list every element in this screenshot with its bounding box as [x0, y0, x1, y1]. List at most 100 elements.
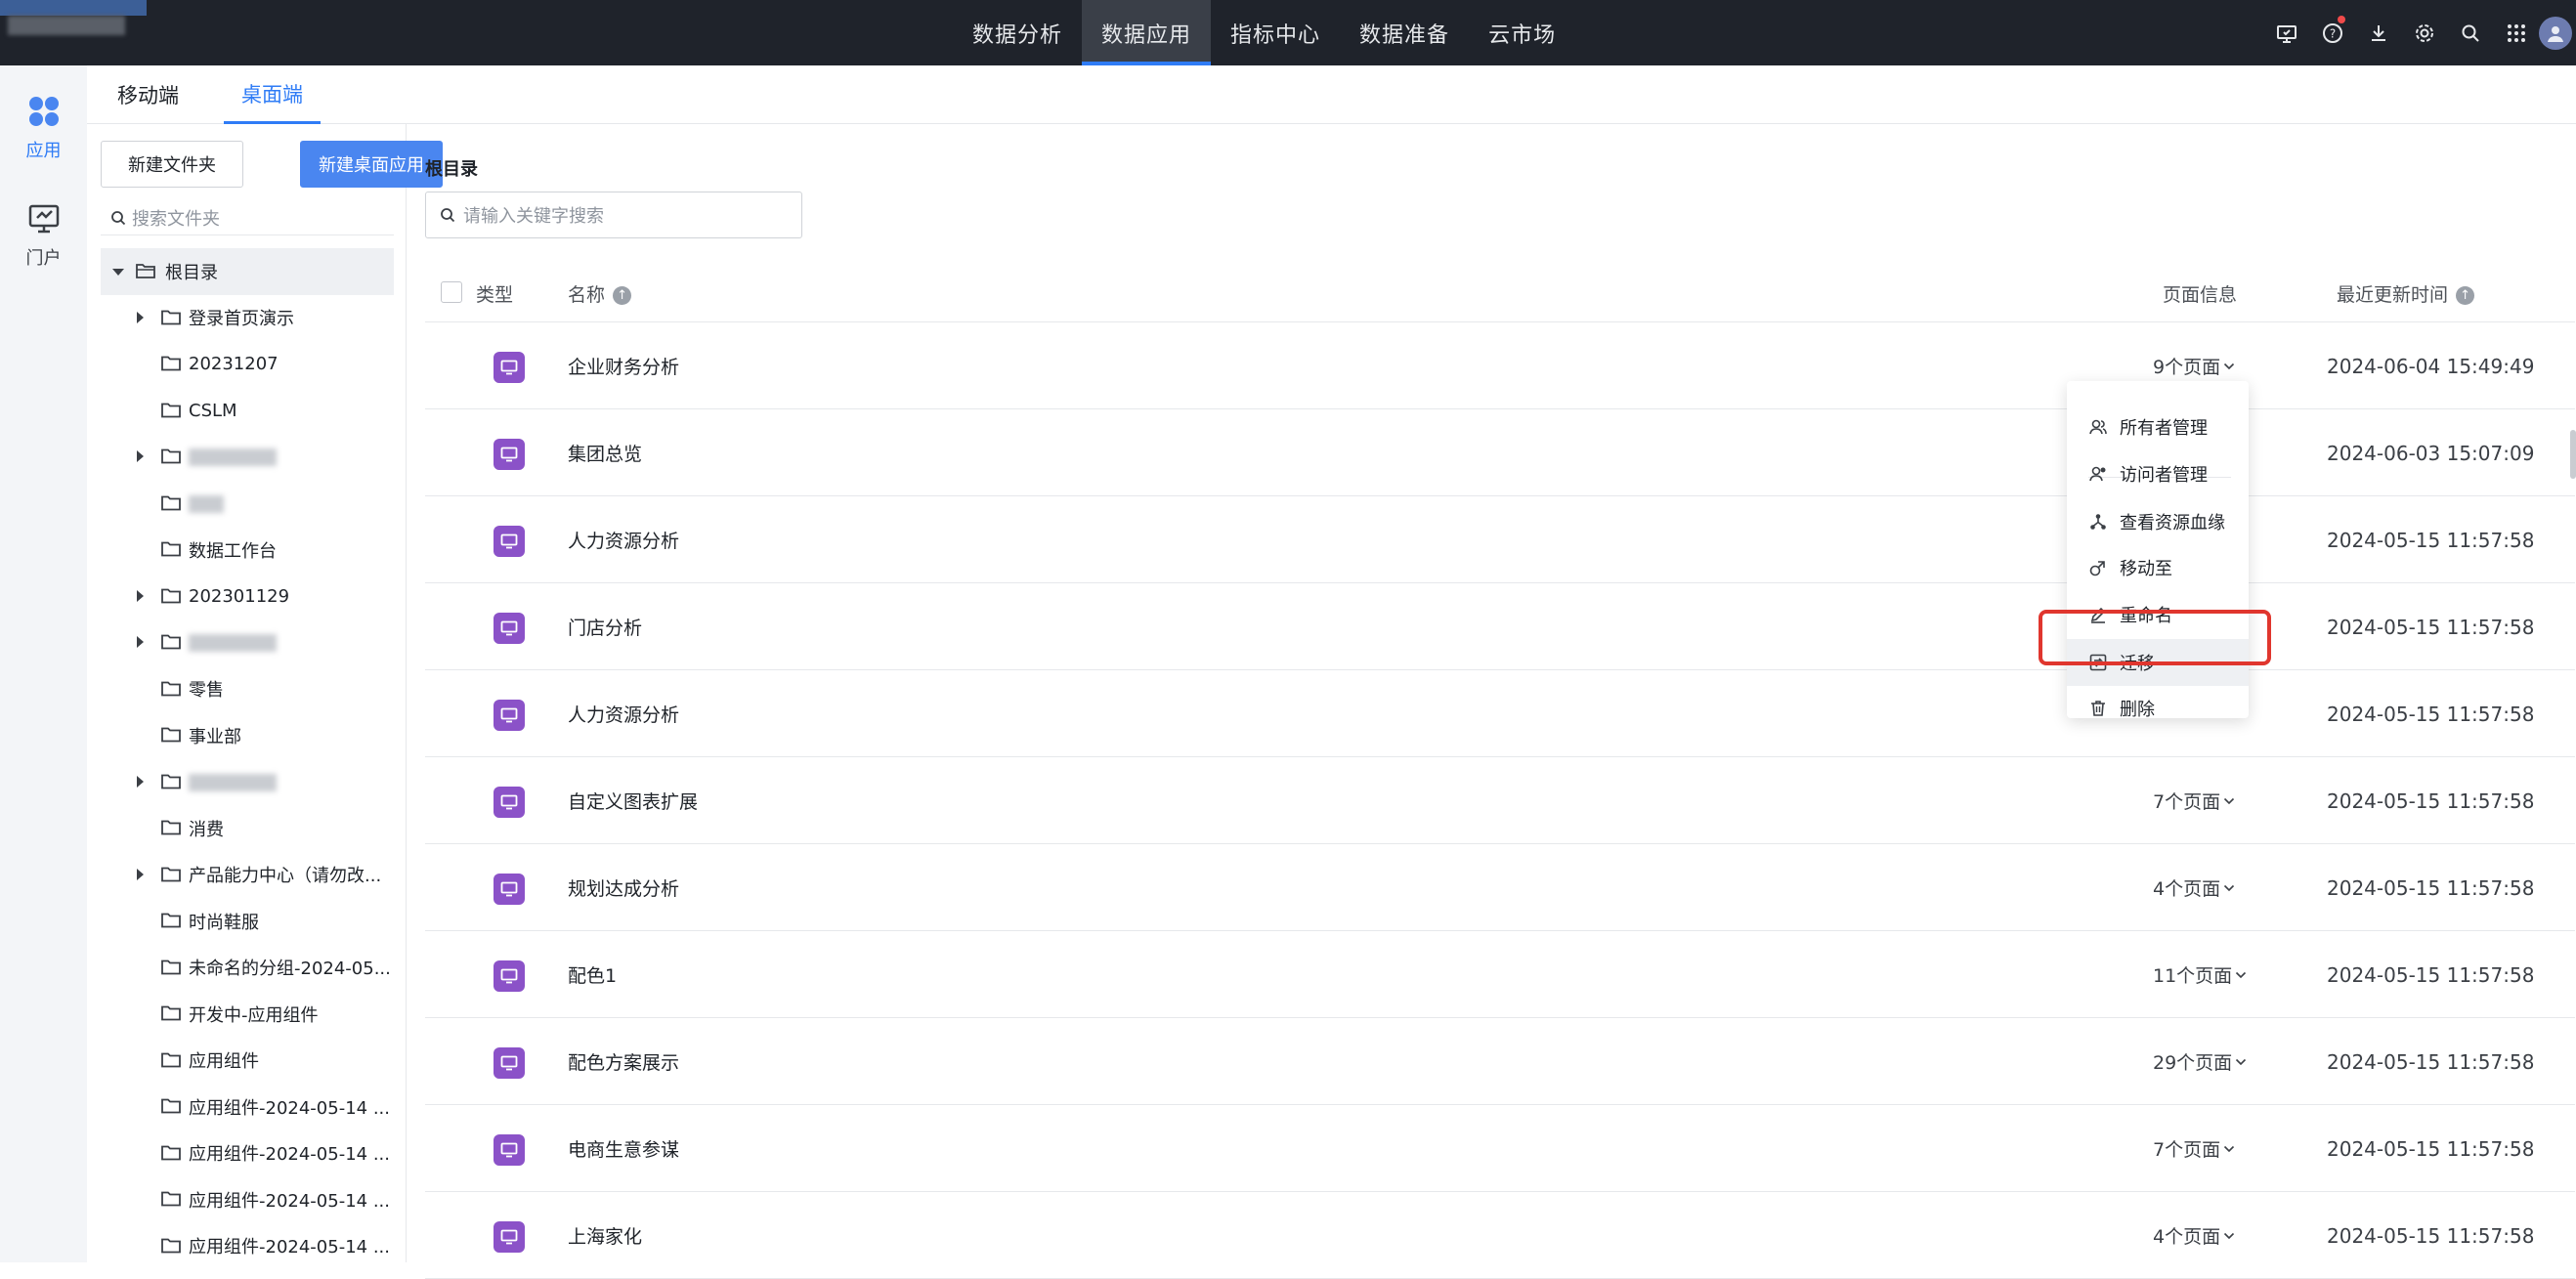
download-icon[interactable] — [2355, 0, 2401, 65]
tree-folder-item[interactable]: 消费 — [101, 805, 394, 852]
app-name[interactable]: 企业财务分析 — [568, 322, 679, 409]
tree-folder-item[interactable]: CSLM — [101, 388, 394, 435]
desktop-app-icon — [494, 1047, 525, 1079]
caret-right-icon[interactable] — [137, 868, 144, 880]
tree-root[interactable]: 根目录 — [101, 248, 394, 295]
page-info-dropdown[interactable]: 4个页面 — [2153, 1192, 2235, 1279]
tree-folder-item[interactable] — [101, 759, 394, 806]
menu-item-owner[interactable]: 所有者管理 — [2067, 404, 2249, 450]
apps-grid-icon[interactable] — [2493, 0, 2539, 65]
updated-time: 2024-06-04 15:49:49 — [2327, 354, 2535, 378]
tab-desktop[interactable]: 桌面端 — [224, 65, 321, 124]
sort-icon[interactable]: ↑ — [2456, 286, 2475, 305]
tree-folder-item[interactable] — [101, 619, 394, 666]
app-name[interactable]: 自定义图表扩展 — [568, 757, 698, 844]
nav-data-analysis[interactable]: 数据分析 — [953, 0, 1082, 65]
folder-label: 应用组件 — [189, 1051, 259, 1073]
screen-icon[interactable] — [2263, 0, 2309, 65]
tree-folder-item[interactable] — [101, 434, 394, 481]
tree-folder-item[interactable]: 开发中-应用组件 — [101, 991, 394, 1038]
breadcrumb: 根目录 — [425, 159, 478, 180]
caret-right-icon[interactable] — [137, 450, 144, 462]
app-name[interactable]: 集团总览 — [568, 409, 642, 496]
tree-folder-item[interactable]: 事业部 — [101, 712, 394, 759]
new-folder-button[interactable]: 新建文件夹 — [101, 141, 243, 188]
caret-down-icon[interactable] — [112, 269, 124, 276]
app-name[interactable]: 门店分析 — [568, 583, 642, 670]
app-name[interactable]: 人力资源分析 — [568, 670, 679, 757]
rail-item-portal[interactable]: 门户 — [0, 202, 87, 270]
tree-folder-item[interactable]: 产品能力中心（请勿改... — [101, 852, 394, 899]
page-info-dropdown[interactable]: 7个页面 — [2153, 1105, 2235, 1192]
folder-label: 未命名的分组-2024-05... — [189, 959, 391, 980]
nav-data-prep[interactable]: 数据准备 — [1340, 0, 1469, 65]
settings-icon[interactable] — [2401, 0, 2447, 65]
sort-icon[interactable]: ↑ — [613, 286, 632, 305]
table-row[interactable]: 自定义图表扩展 7个页面 2024-05-15 11:57:58 — [425, 757, 2575, 844]
tree-folder-item[interactable]: 登录首页演示 — [101, 295, 394, 342]
visitor-icon — [2088, 464, 2108, 484]
table-row[interactable]: 规划达成分析 4个页面 2024-05-15 11:57:58 — [425, 844, 2575, 931]
app-name[interactable]: 配色1 — [568, 931, 617, 1018]
page-count: 29个页面 — [2153, 1052, 2233, 1074]
help-icon[interactable]: ? — [2309, 0, 2355, 65]
nav-marketplace[interactable]: 云市场 — [1469, 0, 1575, 65]
nav-data-apps[interactable]: 数据应用 — [1082, 0, 1212, 65]
app-name[interactable]: 电商生意参谋 — [568, 1105, 679, 1192]
chevron-down-icon — [2235, 971, 2247, 979]
table-row[interactable]: 人力资源分析 2024-05-15 11:57:58 — [425, 670, 2575, 757]
table-row[interactable]: 电商生意参谋 7个页面 2024-05-15 11:57:58 — [425, 1105, 2575, 1192]
tree-folder-item[interactable]: 未命名的分组-2024-05... — [101, 945, 394, 992]
app-name[interactable]: 人力资源分析 — [568, 496, 679, 583]
page-info-dropdown[interactable]: 4个页面 — [2153, 844, 2235, 931]
page-info-dropdown[interactable]: 7个页面 — [2153, 757, 2235, 844]
avatar[interactable] — [2539, 16, 2572, 50]
menu-item-lineage[interactable]: 查看资源血缘 — [2067, 498, 2249, 545]
table-row[interactable]: 上海家化 4个页面 2024-05-15 11:57:58 — [425, 1192, 2575, 1279]
keyword-search-input[interactable]: 请输入关键字搜索 — [425, 192, 802, 238]
table-row[interactable]: 人力资源分析 2024-05-15 11:57:58 — [425, 496, 2575, 583]
page-info-dropdown[interactable]: 29个页面 — [2153, 1018, 2247, 1105]
select-all-checkbox[interactable] — [441, 281, 462, 303]
column-updated[interactable]: 最近更新时间 ↑ — [2337, 280, 2475, 307]
caret-right-icon[interactable] — [137, 636, 144, 648]
menu-item-delete[interactable]: 删除 — [2067, 685, 2249, 732]
rail-item-apps[interactable]: 应用 — [0, 95, 87, 162]
top-icons: ? — [2263, 0, 2576, 65]
page-info-dropdown[interactable]: 11个页面 — [2153, 931, 2247, 1018]
folder-search-input[interactable]: 搜索文件夹 — [101, 200, 394, 235]
app-name[interactable]: 配色方案展示 — [568, 1018, 679, 1105]
folder-icon — [161, 867, 181, 887]
desktop-app-icon — [494, 352, 525, 383]
tree-folder-item[interactable]: 应用组件 — [101, 1038, 394, 1085]
table-row[interactable]: 企业财务分析 9个页面 2024-06-04 15:49:49 — [425, 322, 2575, 409]
app-name[interactable]: 规划达成分析 — [568, 844, 679, 931]
search-icon[interactable] — [2447, 0, 2493, 65]
folder-icon — [161, 448, 181, 469]
column-name[interactable]: 名称 ↑ — [568, 280, 632, 307]
menu-item-visitor[interactable]: 访问者管理 — [2067, 450, 2249, 497]
caret-right-icon[interactable] — [137, 589, 144, 602]
table-row[interactable]: 配色1 11个页面 2024-05-15 11:57:58 — [425, 931, 2575, 1018]
app-name[interactable]: 上海家化 — [568, 1192, 642, 1279]
folder-icon — [161, 1238, 181, 1258]
tab-mobile[interactable]: 移动端 — [117, 65, 179, 124]
table-row[interactable]: 配色方案展示 29个页面 2024-05-15 11:57:58 — [425, 1018, 2575, 1105]
tree-folder-item[interactable]: 应用组件-2024-05-14 ... — [101, 1176, 394, 1223]
tree-folder-item[interactable] — [101, 481, 394, 528]
caret-right-icon[interactable] — [137, 311, 144, 323]
tree-folder-item[interactable]: 零售 — [101, 666, 394, 713]
scrollbar-thumb[interactable] — [2570, 430, 2576, 479]
tree-folder-item[interactable]: 应用组件-2024-05-14 ... — [101, 1084, 394, 1130]
menu-item-move[interactable]: 移动至 — [2067, 544, 2249, 591]
logo[interactable] — [0, 0, 147, 39]
caret-right-icon[interactable] — [137, 775, 144, 788]
column-pages: 页面信息 — [2163, 284, 2238, 306]
table-row[interactable]: 集团总览 2024-06-03 15:07:09 — [425, 409, 2575, 496]
tree-folder-item[interactable]: 应用组件-2024-05-14 ... — [101, 1130, 394, 1177]
tree-folder-item[interactable]: 时尚鞋服 — [101, 898, 394, 945]
nav-metrics-center[interactable]: 指标中心 — [1211, 0, 1340, 65]
tree-folder-item[interactable]: 20231207 — [101, 341, 394, 388]
tree-folder-item[interactable]: 202301129 — [101, 574, 394, 620]
tree-folder-item[interactable]: 数据工作台 — [101, 527, 394, 574]
